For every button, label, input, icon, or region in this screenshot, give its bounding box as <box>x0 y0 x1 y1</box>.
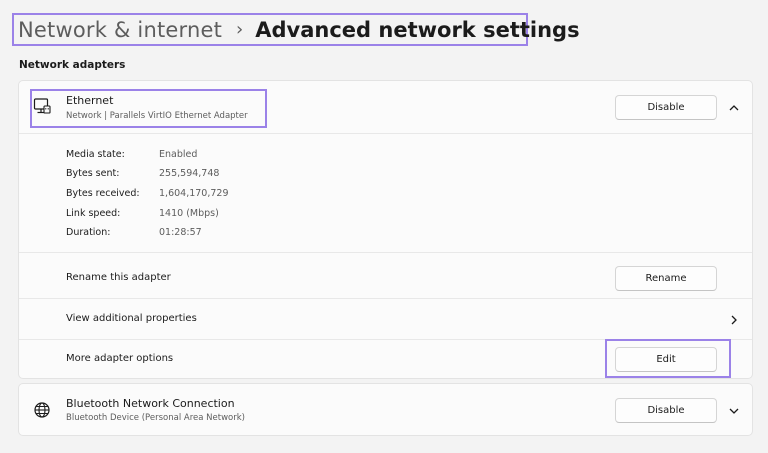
bluetooth-adapter-header[interactable]: Bluetooth Network Connection Bluetooth D… <box>19 384 752 437</box>
ethernet-monitor-icon <box>33 98 51 114</box>
ethernet-adapter-header[interactable]: Ethernet Network | Parallels VirtIO Ethe… <box>19 81 752 134</box>
bluetooth-adapter-card: Bluetooth Network Connection Bluetooth D… <box>18 383 753 436</box>
ethernet-adapter-card: Ethernet Network | Parallels VirtIO Ethe… <box>18 80 753 379</box>
breadcrumb: Network & internet › Advanced network se… <box>12 13 580 46</box>
ethernet-disable-button[interactable]: Disable <box>615 95 717 120</box>
stat-value: 255,594,748 <box>159 168 220 179</box>
globe-icon <box>34 402 50 418</box>
breadcrumb-parent-link[interactable]: Network & internet <box>18 18 222 42</box>
chevron-down-icon[interactable] <box>727 404 741 418</box>
ethernet-adapter-description: Network | Parallels VirtIO Ethernet Adap… <box>66 111 248 121</box>
section-label-network-adapters: Network adapters <box>19 59 126 71</box>
rename-adapter-label: Rename this adapter <box>66 272 171 283</box>
stat-value: 01:28:57 <box>159 227 202 238</box>
more-adapter-options-label: More adapter options <box>66 353 174 364</box>
chevron-right-icon[interactable] <box>727 313 741 327</box>
chevron-up-icon[interactable] <box>727 101 741 115</box>
stat-label: Duration: <box>66 227 111 238</box>
bluetooth-adapter-name: Bluetooth Network Connection <box>66 397 235 410</box>
rename-button[interactable]: Rename <box>615 266 717 291</box>
stat-value: 1410 (Mbps) <box>159 208 219 219</box>
stat-label: Bytes received: <box>66 188 140 199</box>
stat-label: Media state: <box>66 149 125 160</box>
breadcrumb-separator-icon: › <box>236 19 244 40</box>
stat-value: Enabled <box>159 149 198 160</box>
stat-value: 1,604,170,729 <box>159 188 229 199</box>
page-title: Advanced network settings <box>255 17 580 42</box>
bluetooth-disable-button[interactable]: Disable <box>615 398 717 423</box>
stat-label: Bytes sent: <box>66 168 120 179</box>
stat-label: Link speed: <box>66 208 121 219</box>
ethernet-adapter-name: Ethernet <box>66 94 114 107</box>
ethernet-stats-panel: Media state: Enabled Bytes sent: 255,594… <box>19 135 752 253</box>
bluetooth-adapter-description: Bluetooth Device (Personal Area Network) <box>66 413 245 423</box>
view-additional-properties-row[interactable]: View additional properties <box>19 300 752 340</box>
edit-highlight-box <box>605 339 731 378</box>
rename-adapter-row: Rename this adapter Rename <box>19 259 752 299</box>
view-additional-properties-label: View additional properties <box>66 313 197 324</box>
